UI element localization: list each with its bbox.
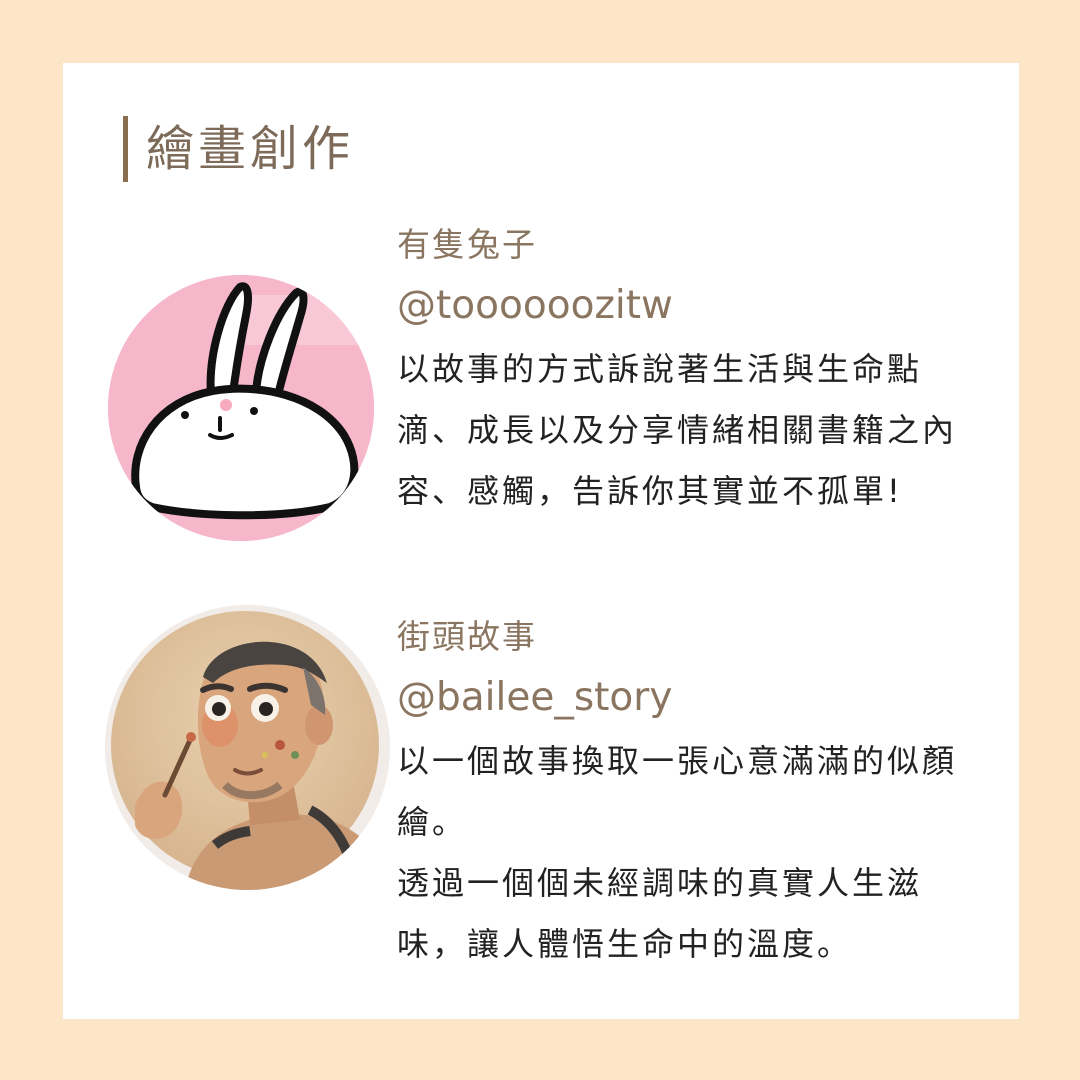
- bunny-icon: [108, 275, 374, 541]
- section-header: 繪畫創作: [123, 113, 354, 185]
- description-paragraph: 透過一個個未經調味的真實人生滋味，讓人體悟生命中的溫度。: [397, 864, 923, 963]
- profile-name: 有隻兔子: [397, 225, 537, 264]
- profile-handle[interactable]: @toooooozitw: [397, 275, 977, 337]
- title-accent-bar: [123, 116, 128, 182]
- description-paragraph: 以故事的方式訴說著生活與生命點滴、成長以及分享情緒相關書籍之內容、感觸，告訴你其…: [397, 350, 958, 510]
- profile-name: 街頭故事: [397, 617, 537, 656]
- profile-card-tooooozitw: 有隻兔子 @toooooozitw 以故事的方式訴說著生活與生命點滴、成長以及分…: [397, 223, 977, 522]
- portrait-illustration-icon: [105, 605, 390, 890]
- profile-handle[interactable]: @bailee_story: [397, 667, 977, 729]
- profile-description: 以故事的方式訴說著生活與生命點滴、成長以及分享情緒相關書籍之內容、感觸，告訴你其…: [397, 339, 977, 522]
- content-card: 繪畫創作 有隻兔子 @toooooozitw 以故事的方式訴說著生活與生命點滴、…: [63, 63, 1019, 1019]
- profile-card-bailee-story: 街頭故事 @bailee_story 以一個故事換取一張心意滿滿的似顏繪。 透過…: [397, 615, 977, 975]
- section-title: 繪畫創作: [146, 121, 355, 177]
- description-paragraph: 以一個故事換取一張心意滿滿的似顏繪。: [397, 742, 958, 841]
- painter-portrait-avatar: [105, 605, 390, 890]
- bunny-avatar: [108, 275, 374, 541]
- profile-description: 以一個故事換取一張心意滿滿的似顏繪。 透過一個個未經調味的真實人生滋味，讓人體悟…: [397, 731, 977, 975]
